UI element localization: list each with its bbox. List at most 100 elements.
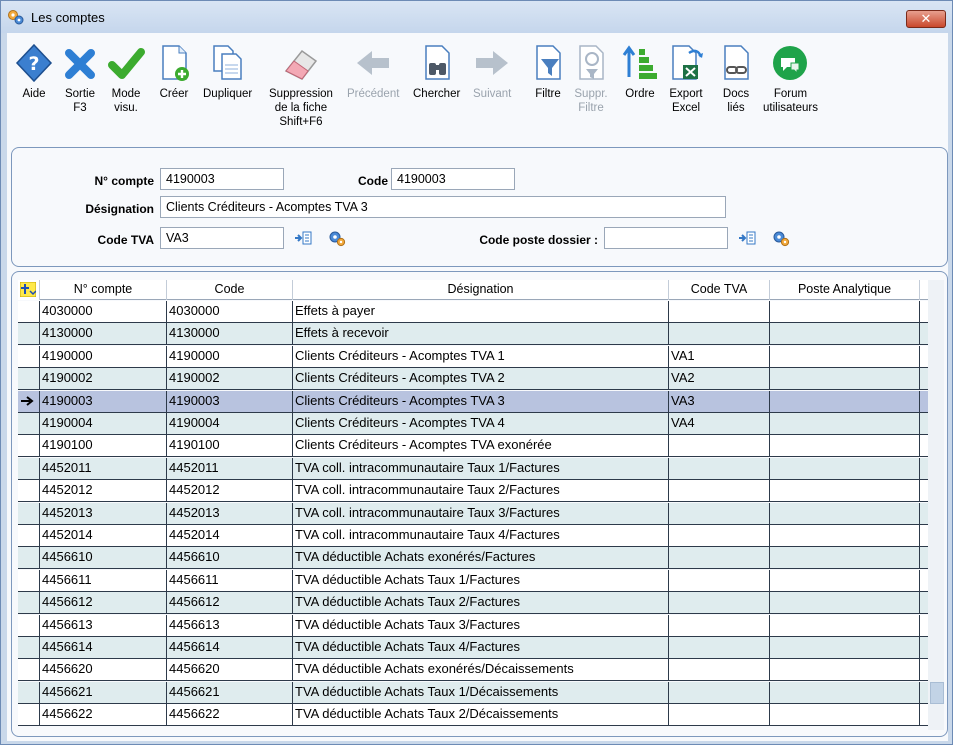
table-cell[interactable]: 4456613 [167, 614, 293, 636]
table-cell[interactable]: TVA déductible Achats Taux 1/Décaissemen… [293, 681, 669, 703]
mode-visu-button[interactable]: Mode visu. [107, 43, 145, 115]
table-cell[interactable]: TVA déductible Achats Taux 1/Factures [293, 569, 669, 591]
table-cell[interactable] [669, 502, 770, 524]
column-chooser-cell[interactable] [18, 280, 40, 300]
table-cell[interactable] [669, 435, 770, 457]
table-cell[interactable]: 4190100 [40, 435, 167, 457]
table-cell[interactable] [770, 301, 920, 322]
table-cell[interactable] [669, 637, 770, 658]
code-field[interactable]: 4190003 [391, 168, 515, 190]
table-cell[interactable] [770, 637, 920, 658]
table-row[interactable]: 4456621 4456621 TVA déductible Achats Taux… [18, 681, 928, 704]
table-cell[interactable]: 4190000 [167, 345, 293, 367]
export-excel-button[interactable]: Export Excel [667, 43, 705, 115]
table-cell[interactable]: 4456611 [167, 569, 293, 591]
forum-button[interactable]: Forum utilisateurs [763, 43, 818, 115]
table-row[interactable]: 4190000 4190000 Clients Créditeurs - Acomp… [18, 345, 928, 368]
table-cell[interactable]: 4452011 [167, 457, 293, 479]
table-cell[interactable]: 4190003 [167, 390, 293, 412]
table-cell[interactable]: 4452014 [40, 525, 167, 546]
designation-field[interactable]: Clients Créditeurs - Acomptes TVA 3 [160, 196, 726, 218]
table-cell[interactable] [669, 704, 770, 726]
table-cell[interactable] [669, 569, 770, 591]
table-cell[interactable]: 4452013 [167, 502, 293, 524]
ordre-button[interactable]: Ordre [621, 43, 659, 101]
table-cell[interactable] [770, 390, 920, 412]
table-row[interactable]: 4030000 4030000 Effets à payer [18, 301, 928, 323]
table-cell[interactable] [669, 614, 770, 636]
chercher-button[interactable]: Chercher [413, 43, 460, 101]
aide-button[interactable]: ? Aide [15, 43, 53, 101]
table-cell[interactable]: 4190100 [167, 435, 293, 457]
table-cell[interactable]: 4190004 [167, 413, 293, 434]
table-cell[interactable]: Clients Créditeurs - Acomptes TVA 3 [293, 390, 669, 412]
table-cell[interactable]: TVA déductible Achats Taux 4/Factures [293, 637, 669, 658]
table-cell[interactable]: TVA déductible Achats Taux 2/Décaissemen… [293, 704, 669, 726]
table-cell[interactable] [669, 592, 770, 614]
table-cell[interactable] [770, 435, 920, 457]
table-cell[interactable] [770, 681, 920, 703]
table-row[interactable]: 4452012 4452012 TVA coll. intracommunautai… [18, 480, 928, 503]
scroll-thumb[interactable] [930, 682, 944, 704]
table-cell[interactable]: VA1 [669, 345, 770, 367]
table-cell[interactable]: Effets à recevoir [293, 323, 669, 345]
suppression-button[interactable]: Suppression de la fiche Shift+F6 [269, 43, 333, 129]
table-row[interactable]: 4456614 4456614 TVA déductible Achats Taux… [18, 637, 928, 659]
table-cell[interactable]: TVA déductible Achats Taux 2/Factures [293, 592, 669, 614]
table-cell[interactable]: VA4 [669, 413, 770, 434]
creer-button[interactable]: Créer [155, 43, 193, 101]
table-cell[interactable] [669, 681, 770, 703]
table-row[interactable]: 4190002 4190002 Clients Créditeurs - Acomp… [18, 368, 928, 391]
table-row[interactable]: 4190003 4190003 Clients Créditeurs - Acomp… [18, 390, 928, 413]
table-cell[interactable]: TVA coll. intracommunautaire Taux 1/Fact… [293, 457, 669, 479]
column-header[interactable]: Désignation [293, 280, 669, 300]
column-header[interactable]: Code [167, 280, 293, 300]
table-row[interactable]: 4452011 4452011 TVA coll. intracommunautai… [18, 457, 928, 480]
sortie-button[interactable]: Sortie F3 [61, 43, 99, 115]
table-cell[interactable]: VA2 [669, 368, 770, 390]
table-row[interactable]: 4456613 4456613 TVA déductible Achats Taux… [18, 614, 928, 637]
table-cell[interactable]: Clients Créditeurs - Acomptes TVA 1 [293, 345, 669, 367]
table-cell[interactable]: 4190003 [40, 390, 167, 412]
column-header[interactable]: N° compte [40, 280, 167, 300]
table-cell[interactable]: Clients Créditeurs - Acomptes TVA 4 [293, 413, 669, 434]
table-cell[interactable]: 4130000 [167, 323, 293, 345]
table-cell[interactable]: 4456612 [40, 592, 167, 614]
table-cell[interactable]: 4190002 [40, 368, 167, 390]
close-button[interactable]: ✕ [906, 10, 946, 28]
table-cell[interactable]: 4190000 [40, 345, 167, 367]
table-cell[interactable]: TVA coll. intracommunautaire Taux 3/Fact… [293, 502, 669, 524]
table-cell[interactable] [770, 413, 920, 434]
lookup-list-icon[interactable] [294, 229, 312, 247]
table-cell[interactable]: 4452012 [40, 480, 167, 502]
settings-gears-icon[interactable] [772, 229, 790, 247]
table-cell[interactable]: 4130000 [40, 323, 167, 345]
column-header[interactable]: Code TVA [669, 280, 770, 300]
vertical-scrollbar[interactable] [928, 280, 944, 730]
settings-gears-icon[interactable] [328, 229, 346, 247]
table-row[interactable]: 4456611 4456611 TVA déductible Achats Taux… [18, 569, 928, 592]
table-cell[interactable]: 4456621 [40, 681, 167, 703]
table-cell[interactable] [770, 323, 920, 345]
table-cell[interactable] [770, 457, 920, 479]
table-cell[interactable] [669, 659, 770, 681]
table-cell[interactable]: 4452012 [167, 480, 293, 502]
table-cell[interactable]: TVA coll. intracommunautaire Taux 4/Fact… [293, 525, 669, 546]
table-cell[interactable] [669, 323, 770, 345]
table-cell[interactable]: 4456611 [40, 569, 167, 591]
table-cell[interactable]: Effets à payer [293, 301, 669, 322]
filtre-button[interactable]: Filtre [529, 43, 567, 101]
docs-lies-button[interactable]: Docs liés [717, 43, 755, 115]
table-cell[interactable] [770, 659, 920, 681]
table-row[interactable]: 4456622 4456622 TVA déductible Achats Taux… [18, 704, 928, 727]
lookup-list-icon[interactable] [738, 229, 756, 247]
table-row[interactable]: 4456620 4456620 TVA déductible Achats exon… [18, 659, 928, 682]
table-cell[interactable]: 4452011 [40, 457, 167, 479]
table-cell[interactable] [770, 525, 920, 546]
table-row[interactable]: 4190100 4190100 Clients Créditeurs - Acomp… [18, 435, 928, 458]
table-cell[interactable] [770, 368, 920, 390]
column-header[interactable]: Poste Analytique [770, 280, 920, 300]
table-cell[interactable]: VA3 [669, 390, 770, 412]
dupliquer-button[interactable]: Dupliquer [203, 43, 252, 101]
table-cell[interactable] [770, 614, 920, 636]
